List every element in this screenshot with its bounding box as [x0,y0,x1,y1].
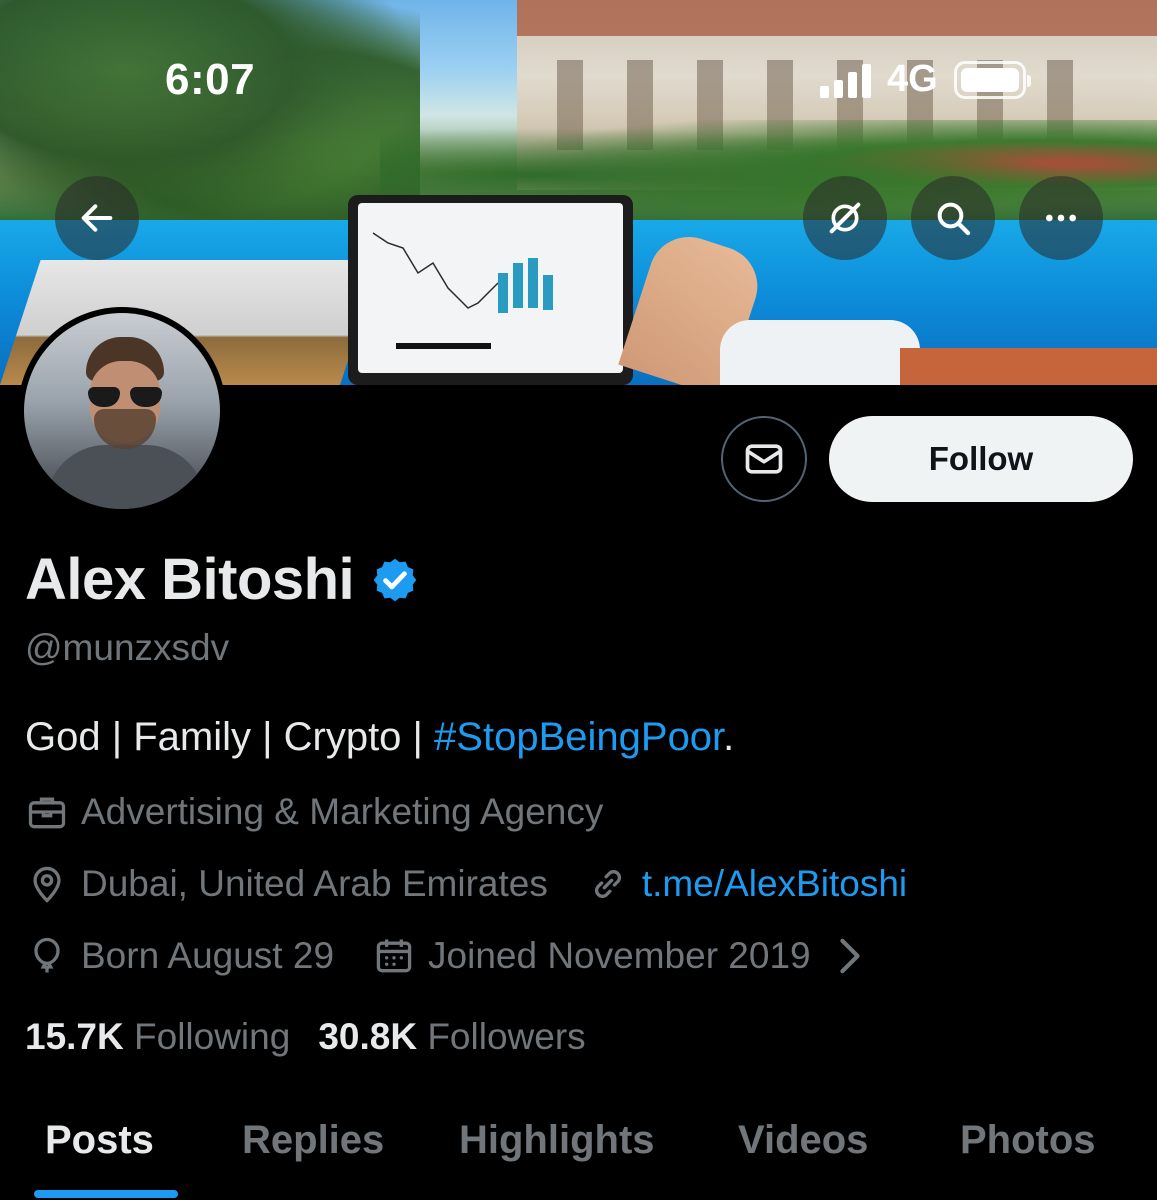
avatar-photo [24,313,220,509]
bio-tail: . [723,715,735,759]
grok-button[interactable] [803,176,887,260]
location-pin-icon [33,866,61,903]
tab-posts[interactable]: Posts [45,1118,154,1163]
location-item: Dubai, United Arab Emirates [25,862,548,906]
joined-text: Joined November 2019 [428,935,811,976]
profile-tabs: Posts Replies Highlights Videos Photos [0,1092,1157,1200]
search-icon [937,202,971,236]
signal-icon [820,62,871,98]
status-time: 6:07 [165,55,256,104]
meta-row-category: Advertising & Marketing Agency [25,790,641,834]
banner-towel [720,320,920,385]
ellipsis-icon [1046,214,1076,222]
user-handle: @munzxsdv [25,627,230,668]
grok-slash-icon [829,202,861,234]
network-type: 4G [887,58,938,100]
verified-badge-icon[interactable] [370,555,420,605]
location-text: Dubai, United Arab Emirates [81,863,548,904]
more-button[interactable] [1019,176,1103,260]
category-text: Advertising & Marketing Agency [81,791,604,832]
active-tab-indicator [34,1190,178,1198]
briefcase-icon [28,797,66,829]
website-link[interactable]: t.me/AlexBitoshi [642,863,907,905]
balloon-icon [34,937,60,973]
meta-row-location: Dubai, United Arab Emirates t.me/AlexBit… [25,862,945,906]
birthday-item: Born August 29 [25,934,334,978]
display-name: Alex Bitoshi [25,547,355,612]
website-item[interactable]: t.me/AlexBitoshi [586,862,907,906]
follow-button[interactable]: Follow [829,416,1133,502]
arrow-left-icon [81,204,113,232]
tab-videos[interactable]: Videos [738,1118,868,1163]
tab-replies[interactable]: Replies [242,1118,384,1163]
birthday-text: Born August 29 [81,935,335,976]
laptop-chart-graphic [372,232,553,349]
followers-stat[interactable]: 30.8K Followers [318,1016,585,1058]
following-label: Following [134,1016,291,1057]
bio-text: God | Family | Crypto | [25,715,435,759]
category-item: Advertising & Marketing Agency [25,790,603,834]
avatar[interactable] [18,307,226,515]
joined-item[interactable]: Joined November 2019 [372,934,863,978]
banner-roof [517,0,1157,36]
following-count: 15.7K [25,1016,124,1057]
banner-laptop [348,195,633,385]
follow-stats: 15.7K Following 30.8K Followers [25,1016,586,1058]
battery-icon [953,60,1031,99]
calendar-icon [376,939,412,973]
profile-name-row: Alex Bitoshi [25,546,420,613]
search-button[interactable] [911,176,995,260]
tab-highlights[interactable]: Highlights [459,1118,655,1163]
status-indicators: 4G [820,58,1031,101]
banner-deck [900,348,1157,385]
followers-count: 30.8K [318,1016,418,1057]
bio-hashtag-link[interactable]: #StopBeingPoor [434,715,723,759]
meta-row-dates: Born August 29 Joined November 2019 [25,934,901,978]
back-button[interactable] [55,176,139,260]
chevron-right-icon [837,937,863,975]
following-stat[interactable]: 15.7K Following [25,1016,290,1058]
bio: God | Family | Crypto | #StopBeingPoor. [25,715,734,760]
laptop-screen [358,203,623,373]
tab-photos[interactable]: Photos [960,1118,1096,1163]
mail-icon [745,444,783,474]
followers-label: Followers [427,1016,586,1057]
link-icon [594,870,621,898]
message-button[interactable] [721,416,807,502]
